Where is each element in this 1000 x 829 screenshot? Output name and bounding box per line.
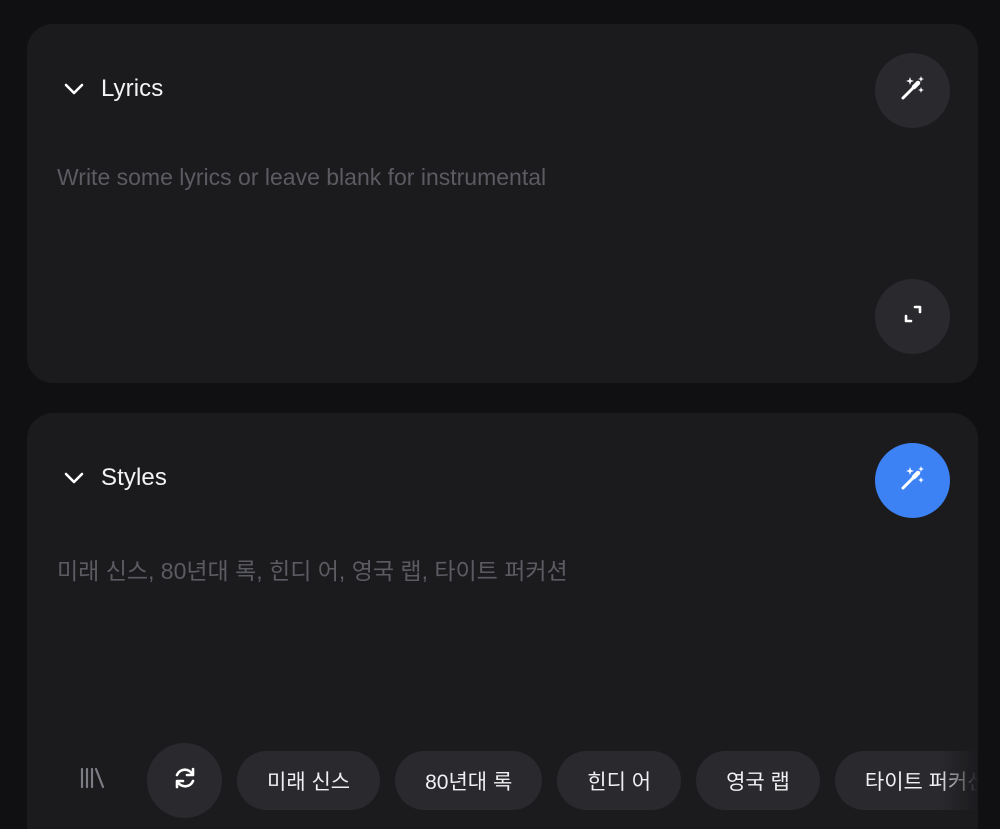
refresh-icon <box>172 765 198 796</box>
style-chip[interactable]: 힌디 어 <box>557 751 682 810</box>
chevron-down-icon <box>59 74 89 104</box>
style-suggestions-row: 미래 신스 80년대 록 힌디 어 영국 랩 타이트 퍼커션 <box>54 743 978 818</box>
style-chip[interactable]: 80년대 록 <box>395 751 543 810</box>
expand-icon <box>903 304 923 329</box>
lyrics-title: Lyrics <box>101 75 164 102</box>
styles-header-toggle[interactable]: Styles <box>59 463 167 493</box>
magic-wand-icon <box>899 464 927 497</box>
library-icon <box>79 767 105 794</box>
lyrics-header-toggle[interactable]: Lyrics <box>59 74 163 104</box>
style-chip[interactable]: 타이트 퍼커션 <box>834 751 978 810</box>
styles-input[interactable]: 미래 신스, 80년대 록, 힌디 어, 영국 랩, 타이트 퍼커션 <box>57 552 568 586</box>
styles-title: Styles <box>101 464 167 491</box>
lyrics-card: Lyrics Write some lyrics or leave blank … <box>27 24 978 383</box>
lyrics-expand-button[interactable] <box>875 279 950 354</box>
library-button[interactable] <box>54 743 129 818</box>
chevron-down-icon <box>59 463 89 493</box>
style-chip[interactable]: 영국 랩 <box>696 751 820 810</box>
lyrics-input[interactable]: Write some lyrics or leave blank for ins… <box>57 164 546 191</box>
refresh-suggestions-button[interactable] <box>147 743 222 818</box>
style-chip[interactable]: 미래 신스 <box>237 751 381 810</box>
magic-wand-icon <box>899 74 927 107</box>
styles-generate-button[interactable] <box>875 443 950 518</box>
lyrics-generate-button[interactable] <box>875 53 950 128</box>
styles-card: Styles 미래 신스, 80년대 록, 힌디 어, 영국 랩, 타이트 퍼커… <box>27 413 978 829</box>
